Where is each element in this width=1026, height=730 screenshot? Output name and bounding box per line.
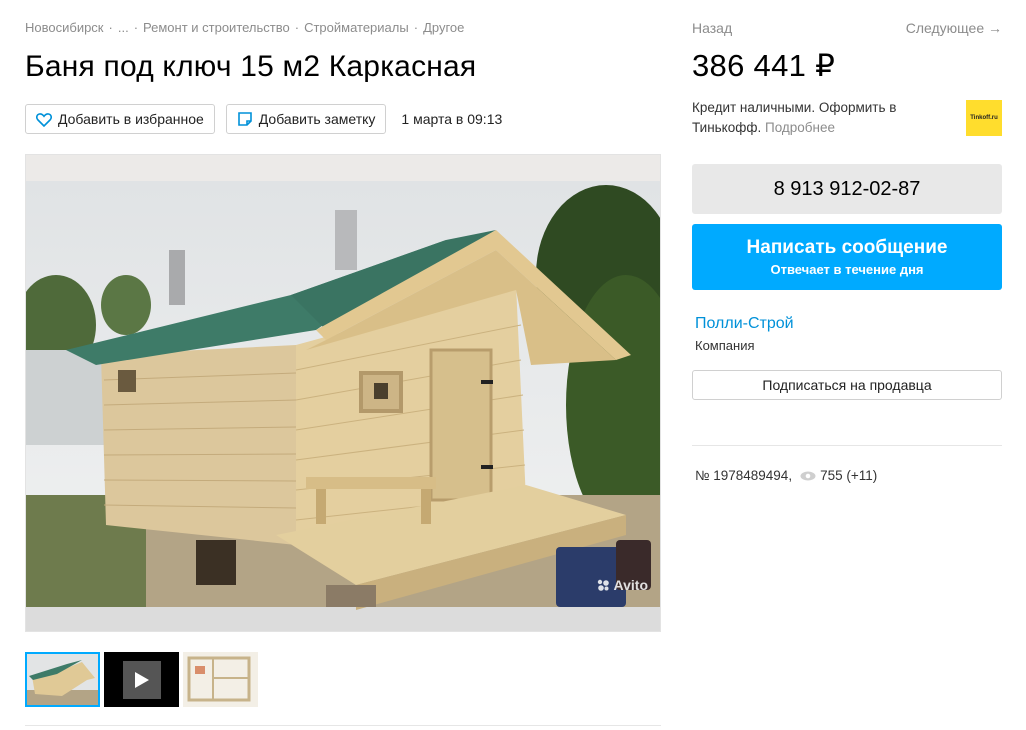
tinkoff-logo[interactable]: Tinkoff.ru xyxy=(966,100,1002,136)
subscribe-seller-button[interactable]: Подписаться на продавца xyxy=(692,370,1002,400)
add-note-button[interactable]: Добавить заметку xyxy=(225,104,387,134)
eye-icon xyxy=(800,471,816,480)
add-note-label: Добавить заметку xyxy=(258,111,376,127)
show-phone-button[interactable]: 8 913 912-02-87 xyxy=(692,164,1002,214)
thumbnail-photo[interactable] xyxy=(25,652,100,707)
add-favorite-button[interactable]: Добавить в избранное xyxy=(25,104,215,134)
play-icon xyxy=(134,671,149,688)
listing-nav: Назад Следующее → xyxy=(692,20,1002,36)
listing-meta: № 1978489494, 755 (+11) xyxy=(695,468,877,483)
breadcrumb: Новосибирск ·... · Ремонт и строительство · С… xyxy=(25,20,465,35)
next-link[interactable]: Следующее → xyxy=(906,20,1002,36)
thumbnail-plan[interactable] xyxy=(183,652,258,707)
sidebar-divider xyxy=(692,445,1002,446)
avito-dots-icon xyxy=(597,579,609,591)
play-button[interactable] xyxy=(122,660,161,699)
listing-id: № 1978489494, xyxy=(695,468,793,483)
back-link[interactable]: Назад xyxy=(692,20,732,36)
view-count: 755 (+11) xyxy=(820,468,878,483)
seller-name-link[interactable]: Полли-Строй xyxy=(695,315,794,333)
gallery-thumbnails xyxy=(25,652,262,707)
note-icon xyxy=(237,112,252,126)
credit-offer: Кредит наличными. Оформить в Тинькофф. П… xyxy=(692,98,922,138)
sauna-photo-illustration xyxy=(26,155,660,631)
floor-plan-image xyxy=(187,656,251,702)
breadcrumb-other[interactable]: Другое xyxy=(423,20,464,35)
gallery-divider xyxy=(25,725,661,726)
page-title: Баня под ключ 15 м2 Каркасная xyxy=(25,50,477,83)
breadcrumb-city[interactable]: Новосибирск xyxy=(25,20,104,35)
price: 386 441 ₽ xyxy=(692,48,836,83)
breadcrumb-ellipsis[interactable]: ... xyxy=(118,20,129,35)
response-time-label: Отвечает в течение дня xyxy=(770,262,924,277)
add-favorite-label: Добавить в избранное xyxy=(58,111,204,127)
thumbnail-video[interactable] xyxy=(104,652,179,707)
breadcrumb-subcategory[interactable]: Стройматериалы xyxy=(304,20,409,35)
breadcrumb-category[interactable]: Ремонт и строительство xyxy=(143,20,290,35)
write-message-button[interactable]: Написать сообщение Отвечает в течение дн… xyxy=(692,224,1002,290)
avito-watermark: Avito xyxy=(596,577,648,593)
thumbnail-photo-image xyxy=(27,654,98,705)
listing-actions: Добавить в избранное Добавить заметку 1 … xyxy=(25,104,502,134)
seller-type: Компания xyxy=(695,338,755,353)
write-message-label: Написать сообщение xyxy=(746,237,948,258)
main-photo[interactable]: Avito xyxy=(25,154,661,632)
publish-date: 1 марта в 09:13 xyxy=(401,111,503,127)
credit-more-link[interactable]: Подробнее xyxy=(765,120,835,135)
heart-icon xyxy=(36,112,52,127)
